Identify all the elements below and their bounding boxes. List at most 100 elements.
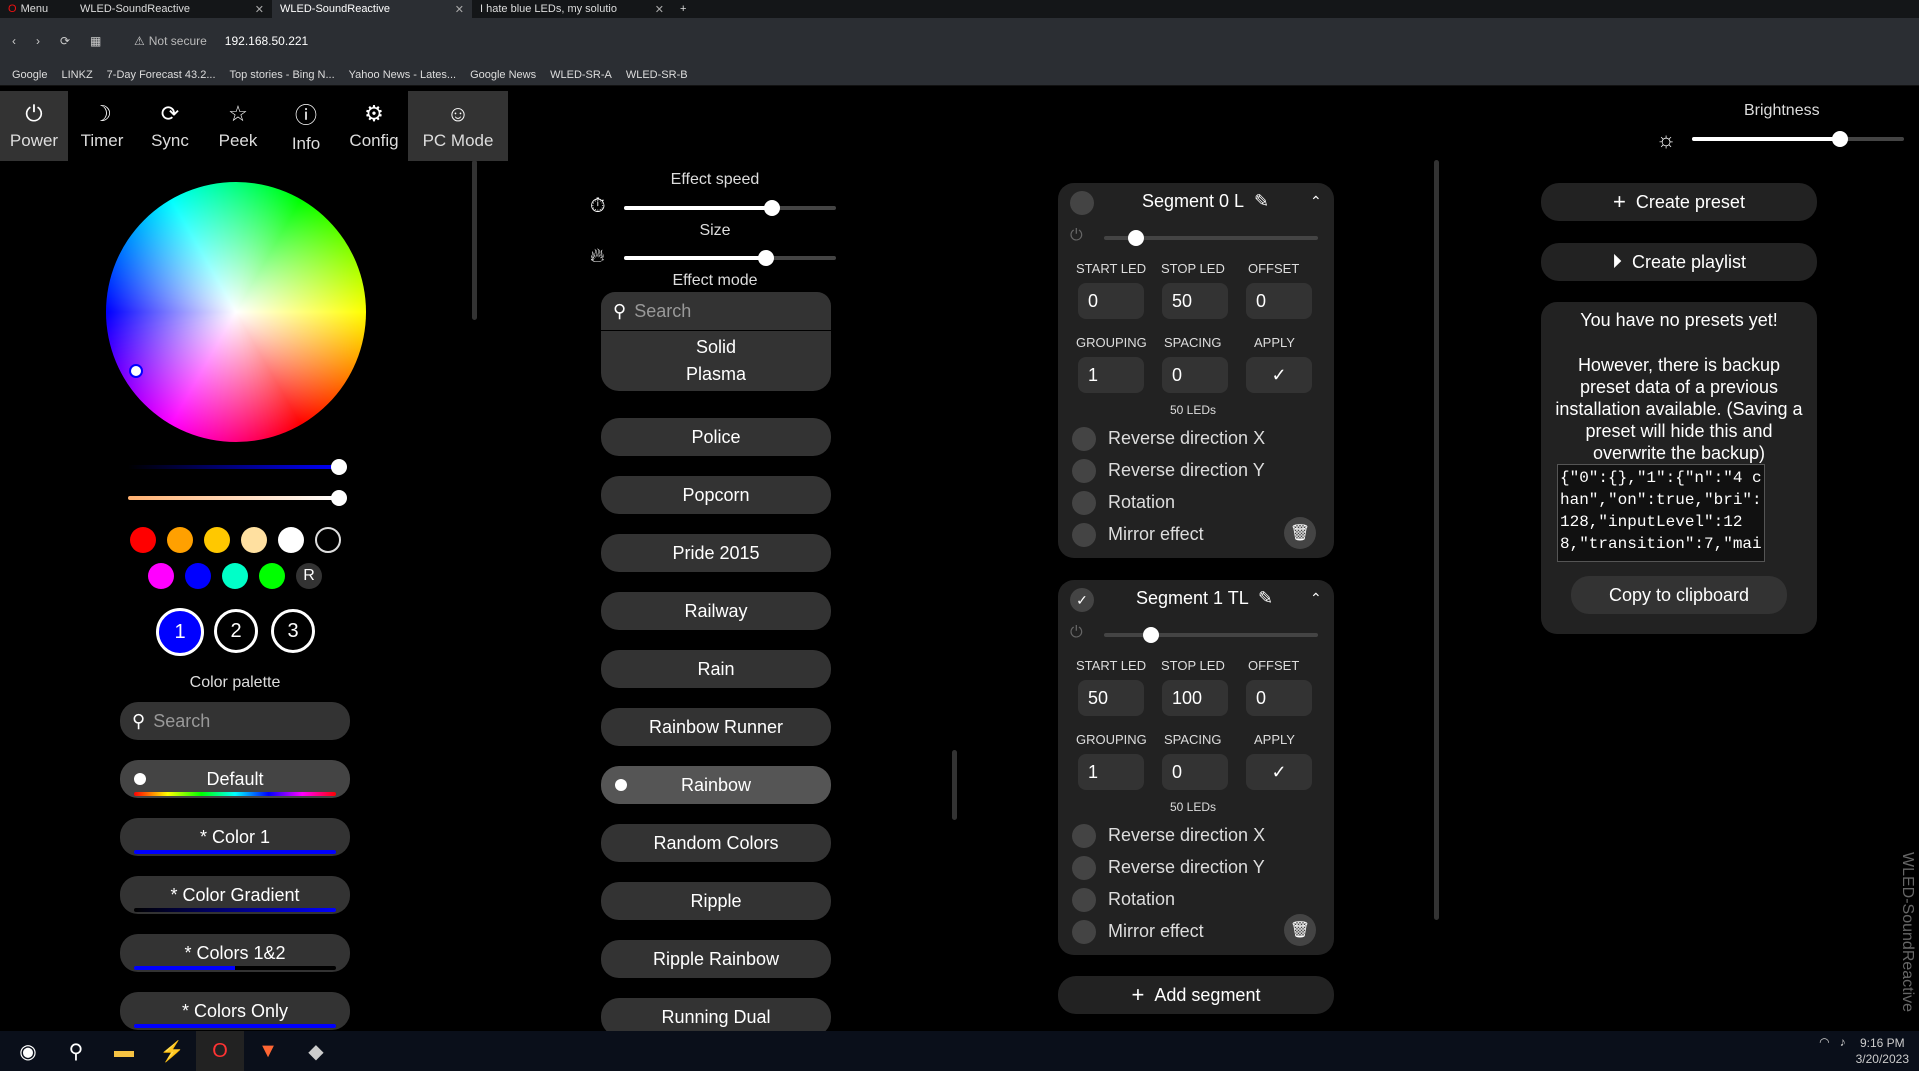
stop-led-input[interactable]: 100	[1162, 680, 1228, 716]
bookmark[interactable]: 7-Day Forecast 43.2...	[107, 69, 216, 81]
volume-icon[interactable]: ♪	[1840, 1035, 1846, 1067]
bookmark[interactable]: LINKZ	[61, 69, 92, 81]
app-icon[interactable]: ⚡	[148, 1031, 196, 1071]
chevron-up-icon[interactable]: ⌃	[1310, 590, 1322, 607]
brightness-slider[interactable]	[1692, 131, 1904, 147]
trash-icon[interactable]: 🗑︎	[1284, 914, 1316, 946]
create-playlist-button[interactable]: ⏵ Create playlist	[1541, 243, 1817, 281]
palette-search[interactable]: ⚲ Search	[120, 702, 350, 740]
chevron-up-icon[interactable]: ⌃	[1310, 193, 1322, 210]
random-color-button[interactable]: R	[296, 563, 322, 589]
scrollbar[interactable]	[472, 160, 477, 320]
tab-2[interactable]: WLED-SoundReactive ✕	[272, 0, 472, 18]
stop-led-input[interactable]: 50	[1162, 283, 1228, 319]
info-button[interactable]: ⓘ Info	[272, 91, 340, 161]
palette-item[interactable]: * Colors 1&2	[120, 934, 350, 972]
bookmark[interactable]: Yahoo News - Lates...	[349, 69, 456, 81]
app-icon[interactable]: ◆	[292, 1031, 340, 1071]
reverse-y-checkbox[interactable]	[1072, 856, 1096, 880]
copy-to-clipboard-button[interactable]: Copy to clipboard	[1571, 576, 1787, 614]
forward-icon[interactable]: ›	[36, 34, 60, 48]
slider-knob[interactable]	[764, 200, 781, 216]
bookmark[interactable]: WLED-SR-A	[550, 69, 612, 81]
color-swatch[interactable]	[167, 527, 193, 553]
back-icon[interactable]: ‹	[12, 34, 36, 48]
effect-item[interactable]: Pride 2015	[601, 534, 831, 572]
start-led-input[interactable]: 50	[1078, 680, 1144, 716]
reverse-y-checkbox[interactable]	[1072, 459, 1096, 483]
segment-brightness-slider[interactable]	[1104, 627, 1318, 643]
folder-icon[interactable]: ▬	[100, 1031, 148, 1071]
white-balance-slider[interactable]	[128, 490, 347, 506]
backup-json-textarea[interactable]: {"0":{},"1":{"n":"4 chan","on":true,"bri…	[1557, 464, 1765, 562]
effect-item[interactable]: Ripple Rainbow	[601, 940, 831, 978]
opera-icon[interactable]: O	[196, 1031, 244, 1071]
power-button[interactable]: ⏻ Power	[0, 91, 68, 161]
effect-item[interactable]: Ripple	[601, 882, 831, 920]
tab-3[interactable]: I hate blue LEDs, my solutio ✕	[472, 0, 672, 18]
spacing-input[interactable]: 0	[1162, 357, 1228, 393]
grouping-input[interactable]: 1	[1078, 754, 1144, 790]
sync-button[interactable]: ⟳ Sync	[136, 91, 204, 161]
url-field[interactable]: 192.168.50.221	[225, 34, 308, 48]
rotation-checkbox[interactable]	[1072, 888, 1096, 912]
start-led-input[interactable]: 0	[1078, 283, 1144, 319]
color-swatch[interactable]	[204, 527, 230, 553]
apply-button[interactable]: ✓	[1246, 754, 1312, 790]
close-icon[interactable]: ✕	[445, 3, 464, 16]
bookmark[interactable]: WLED-SR-B	[626, 69, 688, 81]
effect-speed-slider[interactable]	[624, 200, 836, 216]
grouping-input[interactable]: 1	[1078, 357, 1144, 393]
create-preset-button[interactable]: + Create preset	[1541, 183, 1817, 221]
bookmark[interactable]: Google News	[470, 69, 536, 81]
slider-knob[interactable]	[758, 250, 775, 266]
reload-icon[interactable]: ⟳	[60, 34, 90, 48]
slider-knob[interactable]	[1128, 230, 1145, 246]
wifi-icon[interactable]: ◠	[1819, 1035, 1829, 1067]
color-swatch[interactable]	[185, 563, 211, 589]
effect-size-slider[interactable]	[624, 250, 836, 266]
effect-item[interactable]: Rain	[601, 650, 831, 688]
pc-mode-button[interactable]: ☺ PC Mode	[408, 91, 508, 161]
hue-value-slider[interactable]	[128, 459, 347, 475]
color-swatch[interactable]	[130, 527, 156, 553]
scrollbar[interactable]	[952, 750, 957, 820]
color-slot-3[interactable]: 3	[271, 609, 315, 653]
slider-knob[interactable]	[1143, 627, 1160, 643]
color-wheel[interactable]	[106, 182, 366, 442]
spacing-input[interactable]: 0	[1162, 754, 1228, 790]
add-segment-button[interactable]: + Add segment	[1058, 976, 1334, 1014]
effect-item[interactable]: Rainbow Runner	[601, 708, 831, 746]
effect-item[interactable]: Rainbow	[601, 766, 831, 804]
segment-brightness-slider[interactable]	[1104, 230, 1318, 246]
offset-input[interactable]: 0	[1246, 680, 1312, 716]
effect-item[interactable]: Random Colors	[601, 824, 831, 862]
offset-input[interactable]: 0	[1246, 283, 1312, 319]
peek-button[interactable]: ☆ Peek	[204, 91, 272, 161]
slider-knob[interactable]	[331, 490, 347, 506]
config-button[interactable]: ⚙ Config	[340, 91, 408, 161]
color-swatch[interactable]	[278, 527, 304, 553]
reverse-x-checkbox[interactable]	[1072, 427, 1096, 451]
tab-1[interactable]: WLED-SoundReactive ✕	[72, 0, 272, 18]
pencil-icon[interactable]: ✎	[1258, 588, 1273, 609]
pencil-icon[interactable]: ✎	[1254, 191, 1269, 212]
mirror-checkbox[interactable]	[1072, 523, 1096, 547]
clock-time[interactable]: 9:16 PM	[1856, 1035, 1909, 1051]
rotation-checkbox[interactable]	[1072, 491, 1096, 515]
bookmark[interactable]: Top stories - Bing N...	[230, 69, 335, 81]
reverse-x-checkbox[interactable]	[1072, 824, 1096, 848]
apply-button[interactable]: ✓	[1246, 357, 1312, 393]
effect-search[interactable]: ⚲ Search	[601, 292, 831, 330]
power-icon[interactable]: ⏻	[1070, 624, 1083, 642]
color-swatch[interactable]	[222, 563, 248, 589]
new-tab-button[interactable]: +	[672, 0, 694, 18]
timer-button[interactable]: ☽ Timer	[68, 91, 136, 161]
browser-menu[interactable]: O Menu	[0, 0, 72, 18]
palette-item[interactable]: * Colors Only	[120, 992, 350, 1030]
segment-select-checkbox[interactable]: ✓	[1070, 588, 1094, 612]
effect-item[interactable]: Railway	[601, 592, 831, 630]
color-slot-1[interactable]: 1	[156, 608, 204, 656]
color-swatch[interactable]	[259, 563, 285, 589]
scrollbar[interactable]	[1434, 160, 1439, 920]
